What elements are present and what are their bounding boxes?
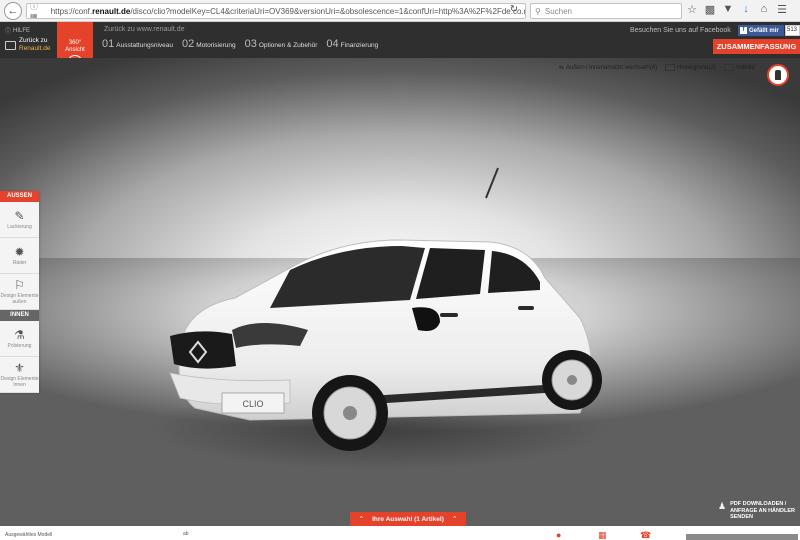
step-ausstattungsniveau[interactable]: 01 Ausstattungsniveau — [102, 38, 173, 50]
fullscreen-button[interactable]: Vollbild — [723, 64, 755, 71]
search-icon: ⚲ — [535, 6, 541, 16]
seat-icon: ⚗ — [14, 327, 25, 342]
sidebar-item-polsterung[interactable]: ⚗ Polsterung — [0, 321, 39, 357]
footer-gray-button[interactable] — [686, 534, 798, 540]
url-bar[interactable]: ⓘ ▦ https://conf.renault.de/disco/clio?m… — [26, 3, 526, 19]
car-image[interactable]: CLIO — [140, 158, 620, 498]
url-text: https://conf.renault.de/disco/clio?model… — [50, 6, 525, 16]
sidebar-item-design-aussen[interactable]: ⚐ Design Elemente außen — [0, 274, 39, 310]
wheel-icon: ✹ — [14, 244, 25, 259]
chevron-up-icon: ⌃ — [358, 516, 365, 523]
rear-door-window — [488, 251, 540, 293]
background-button[interactable]: Hintergrund(2) — [665, 64, 716, 71]
back-to-renault-button[interactable]: Zurück zu Renault.de — [5, 37, 50, 53]
facebook-like-button[interactable]: f Gefällt mir — [738, 25, 784, 36]
car-viewer[interactable]: CLIO — [0, 58, 800, 526]
sidebar-item-lackierung[interactable]: ✎ Lackierung — [0, 202, 39, 238]
site-info-icon[interactable]: ⓘ ▦ — [27, 4, 51, 18]
home-icon[interactable]: ⌂ — [758, 3, 770, 16]
menu-icon[interactable]: ☰ — [776, 3, 788, 16]
app-root: ← ⓘ ▦ https://conf.renault.de/disco/clio… — [0, 0, 800, 540]
exterior-category[interactable]: AUSSEN — [0, 191, 39, 202]
back-to-www-link[interactable]: Zurück zu www.renault.de — [104, 26, 185, 33]
image-icon — [665, 64, 676, 71]
monitor-icon — [5, 40, 16, 50]
back-to-renault-label: Zurück zu Renault.de — [19, 37, 51, 52]
pdf-download-label: PDF DOWNLOADEN / ANFRAGE AN HÄNDLER SEND… — [730, 501, 795, 520]
steering-icon: ⚜ — [14, 360, 25, 375]
front-grille — [170, 331, 236, 369]
sidebar-item-design-innen[interactable]: ⚜ Design Elemente Innen — [0, 357, 39, 393]
facebook-icon: f — [740, 27, 747, 34]
document-icon[interactable]: ▦ — [598, 530, 607, 540]
footer-bar: Ausgewähltes Modell ab ● ▦ ☎ — [0, 526, 800, 540]
help-link[interactable]: ⓘ HILFE — [5, 26, 30, 36]
rear-door-handle — [518, 306, 534, 310]
download-icon[interactable]: ↓ — [740, 3, 752, 16]
facebook-text: Besuchen Sie uns auf Facebook — [630, 27, 731, 34]
interior-view-button[interactable] — [767, 64, 789, 86]
search-placeholder: Suchen — [544, 6, 572, 16]
car-design-icon: ⚐ — [14, 277, 25, 292]
view-tools: ⇆ Außen-/ Innenansicht wechseln(4) Hinte… — [559, 64, 755, 71]
selection-button[interactable]: ⌃ Ihre Auswahl (1 Artikel) ⌃ — [350, 512, 466, 526]
config-steps: 01 Ausstattungsniveau 02 Motorisierung 03 O… — [102, 38, 378, 50]
seat-icon — [775, 70, 781, 80]
paint-gun-icon: ✎ — [14, 208, 25, 223]
front-wheel — [312, 375, 388, 451]
back-arrow-icon[interactable]: ← — [4, 1, 22, 20]
selected-model-label: Ausgewähltes Modell — [5, 532, 53, 538]
pdf-download-link[interactable]: ♟ PDF DOWNLOADEN / ANFRAGE AN HÄNDLER SE… — [718, 501, 795, 521]
like-count: 513 — [785, 25, 800, 36]
browser-tool-icons: ☆ ▩ ▼ ↓ ⌂ ☰ — [686, 3, 788, 16]
rear-wheel — [542, 350, 602, 410]
pocket-icon[interactable]: ▼ — [722, 3, 734, 16]
clipboard-icon[interactable]: ▩ — [704, 3, 716, 16]
toggle-view-button[interactable]: ⇆ Außen-/ Innenansicht wechseln(4) — [559, 64, 657, 72]
sidebar-item-raeder[interactable]: ✹ Räder — [0, 238, 39, 274]
search-input[interactable]: ⚲ Suchen — [530, 3, 682, 19]
reload-icon[interactable]: ↻ — [507, 4, 521, 18]
interior-category[interactable]: INNEN — [0, 310, 39, 321]
summary-button[interactable]: ZUSAMMENFASSUNG — [713, 39, 800, 54]
windshield — [270, 246, 425, 308]
phone-icon[interactable]: ☎ — [640, 530, 651, 540]
step-optionen-zubehoer[interactable]: 03 Optionen & Zubehör — [245, 38, 318, 50]
help-icon: ⓘ — [5, 29, 12, 35]
step-finanzierung[interactable]: 04 Finanzierung — [326, 38, 378, 50]
front-door-handle — [440, 313, 458, 317]
antenna — [485, 167, 499, 199]
bookmark-star-icon[interactable]: ☆ — [686, 3, 698, 16]
step-motorisierung[interactable]: 02 Motorisierung — [182, 38, 236, 50]
license-plate-text: CLIO — [242, 399, 263, 409]
user-download-icon: ♟ — [718, 501, 727, 511]
location-icon[interactable]: ● — [556, 530, 561, 540]
price-prefix: ab — [183, 531, 189, 537]
chevron-up-icon: ⌃ — [451, 516, 458, 523]
view-switch-icon: ⇆ — [559, 65, 565, 71]
options-sidebar: AUSSEN ✎ Lackierung ✹ Räder ⚐ Design Ele… — [0, 191, 39, 393]
fullscreen-icon — [723, 64, 734, 71]
